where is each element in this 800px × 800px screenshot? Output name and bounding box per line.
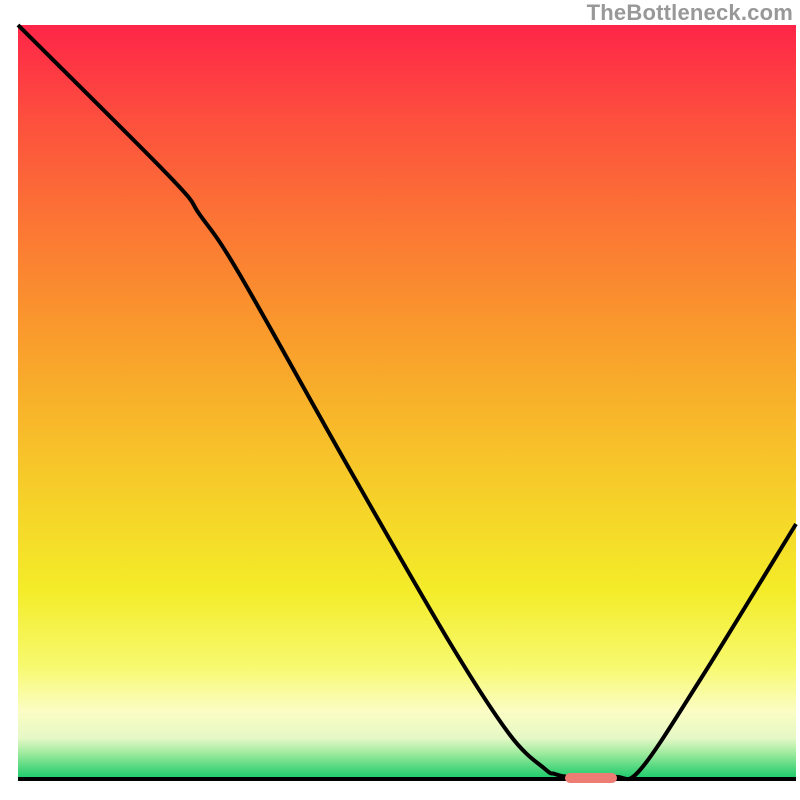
- plot-background: [18, 25, 796, 779]
- bottleneck-chart: [0, 0, 800, 800]
- chart-frame: TheBottleneck.com: [0, 0, 800, 800]
- optimal-marker: [565, 773, 617, 783]
